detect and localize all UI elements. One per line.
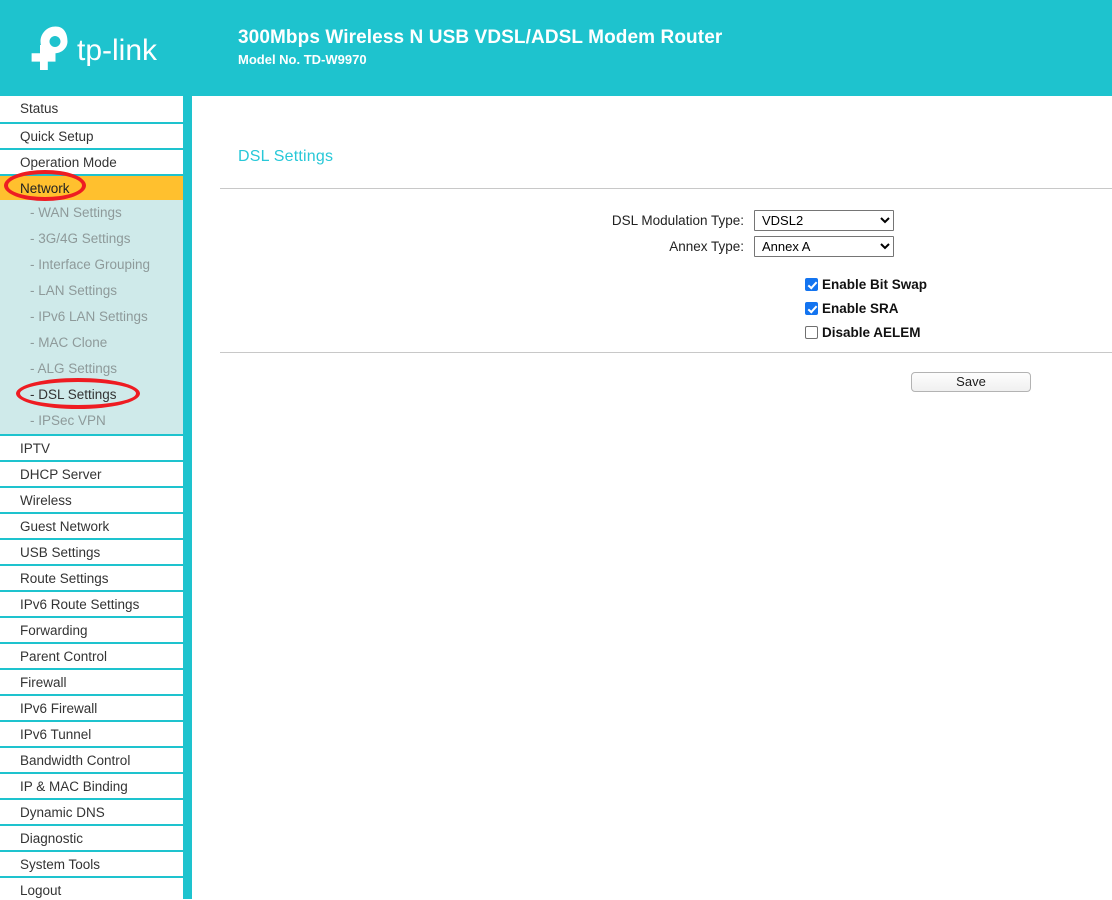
dsl-modulation-type-label: DSL Modulation Type: bbox=[611, 213, 744, 228]
page-title: DSL Settings bbox=[238, 148, 334, 165]
sidebar-item-label: System Tools bbox=[20, 857, 101, 872]
page-header: tp-link 300Mbps Wireless N USB VDSL/ADSL… bbox=[0, 0, 1112, 96]
sidebar-item-dsl-settings[interactable]: - DSL Settings bbox=[0, 382, 183, 408]
save-button-wrap: Save bbox=[911, 372, 1031, 392]
sidebar-item-label: Bandwidth Control bbox=[20, 753, 131, 768]
sidebar-subitem-label: - IPSec VPN bbox=[30, 413, 106, 428]
sidebar-item-ipv6-lan-settings[interactable]: - IPv6 LAN Settings bbox=[0, 304, 183, 330]
sidebar-item-label: Forwarding bbox=[20, 623, 88, 638]
sidebar-item-wan-settings[interactable]: - WAN Settings bbox=[0, 200, 183, 226]
sidebar-item-label: Wireless bbox=[20, 493, 72, 508]
sidebar-item-bandwidth-control[interactable]: Bandwidth Control bbox=[0, 746, 183, 772]
save-button[interactable]: Save bbox=[911, 372, 1031, 392]
sidebar-item-label: Dynamic DNS bbox=[20, 805, 105, 820]
sidebar-item-ipsec-vpn[interactable]: - IPSec VPN bbox=[0, 408, 183, 434]
product-model: Model No. TD-W9970 bbox=[238, 52, 367, 67]
sidebar-item-mac-clone[interactable]: - MAC Clone bbox=[0, 330, 183, 356]
sidebar-item-guest-network[interactable]: Guest Network bbox=[0, 512, 183, 538]
sidebar-subitem-label: - WAN Settings bbox=[30, 205, 122, 220]
sidebar-subitem-label: - ALG Settings bbox=[30, 361, 118, 376]
sidebar-item-label: IPv6 Route Settings bbox=[20, 597, 140, 612]
dsl-modulation-type-select[interactable]: VDSL2ADSL2+ADSL2ADSLG.DMTT1.413Auto Sync… bbox=[754, 210, 894, 231]
sidebar-item-label: Route Settings bbox=[20, 571, 109, 586]
dsl-settings-form: DSL Modulation Type: VDSL2ADSL2+ADSL2ADS… bbox=[192, 208, 1112, 260]
annex-type-label: Annex Type: bbox=[669, 239, 744, 254]
product-title: 300Mbps Wireless N USB VDSL/ADSL Modem R… bbox=[238, 27, 723, 48]
checkbox-row-bit-swap: Enable Bit Swap bbox=[805, 272, 927, 296]
disable-aelem-label: Disable AELEM bbox=[822, 324, 921, 340]
sidebar-item-dhcp-server[interactable]: DHCP Server bbox=[0, 460, 183, 486]
sidebar-item-interface-grouping[interactable]: - Interface Grouping bbox=[0, 252, 183, 278]
sidebar-item-ipv6-tunnel[interactable]: IPv6 Tunnel bbox=[0, 720, 183, 746]
sidebar-nav: Status Quick Setup Operation Mode Networ… bbox=[0, 96, 183, 900]
router-admin-page: tp-link 300Mbps Wireless N USB VDSL/ADSL… bbox=[0, 0, 1112, 900]
sidebar-divider-strip bbox=[183, 96, 192, 899]
sidebar-item-label: USB Settings bbox=[20, 545, 101, 560]
sidebar-item-system-tools[interactable]: System Tools bbox=[0, 850, 183, 876]
sidebar-item-iptv[interactable]: IPTV bbox=[0, 434, 183, 460]
sidebar-item-label: Logout bbox=[20, 883, 62, 898]
form-row-annex-type: Annex Type: Annex AAnnex BAnnex MAnnex L bbox=[192, 234, 1112, 259]
sidebar-item-label: Parent Control bbox=[20, 649, 108, 664]
sidebar-item-label: Quick Setup bbox=[20, 129, 94, 144]
disable-aelem-checkbox[interactable] bbox=[805, 325, 818, 339]
brand-logo: tp-link bbox=[0, 0, 200, 96]
sidebar-item-lan-settings[interactable]: - LAN Settings bbox=[0, 278, 183, 304]
sidebar-item-label: IPv6 Tunnel bbox=[20, 727, 92, 742]
sidebar-item-label: DHCP Server bbox=[20, 467, 102, 482]
sidebar-subitem-label: - IPv6 LAN Settings bbox=[30, 309, 148, 324]
sidebar-item-quick-setup[interactable]: Quick Setup bbox=[0, 122, 183, 148]
sidebar-subitem-label: - Interface Grouping bbox=[30, 257, 151, 272]
product-title-block: 300Mbps Wireless N USB VDSL/ADSL Modem R… bbox=[238, 27, 722, 69]
enable-bit-swap-checkbox[interactable] bbox=[805, 277, 818, 291]
sidebar-item-label: Diagnostic bbox=[20, 831, 84, 846]
sidebar-item-label: IPTV bbox=[20, 441, 51, 456]
sidebar-item-ipv6-firewall[interactable]: IPv6 Firewall bbox=[0, 694, 183, 720]
sidebar-submenu-network: - WAN Settings - 3G/4G Settings - Interf… bbox=[0, 200, 183, 434]
sidebar-item-usb-settings[interactable]: USB Settings bbox=[0, 538, 183, 564]
sidebar-item-dynamic-dns[interactable]: Dynamic DNS bbox=[0, 798, 183, 824]
sidebar-item-firewall[interactable]: Firewall bbox=[0, 668, 183, 694]
sidebar-item-label: Firewall bbox=[20, 675, 67, 690]
sidebar-item-label: Operation Mode bbox=[20, 155, 117, 170]
form-row-modulation-type: DSL Modulation Type: VDSL2ADSL2+ADSL2ADS… bbox=[192, 208, 1112, 233]
checkbox-row-aelem: Disable AELEM bbox=[805, 320, 927, 344]
sidebar-item-ipv6-route-settings[interactable]: IPv6 Route Settings bbox=[0, 590, 183, 616]
content-divider-bottom bbox=[220, 352, 1112, 353]
dsl-options-checkbox-group: Enable Bit Swap Enable SRA Disable AELEM bbox=[805, 272, 927, 344]
enable-bit-swap-label: Enable Bit Swap bbox=[822, 276, 928, 292]
svg-text:tp-link: tp-link bbox=[77, 34, 158, 67]
sidebar-subitem-label: - LAN Settings bbox=[30, 283, 118, 298]
sidebar-item-label: Status bbox=[20, 101, 59, 116]
annex-type-select[interactable]: Annex AAnnex BAnnex MAnnex L bbox=[754, 236, 894, 257]
sidebar-item-status[interactable]: Status bbox=[0, 96, 183, 122]
checkbox-row-sra: Enable SRA bbox=[805, 296, 927, 320]
sidebar-item-alg-settings[interactable]: - ALG Settings bbox=[0, 356, 183, 382]
sidebar-item-logout[interactable]: Logout bbox=[0, 876, 183, 900]
sidebar-subitem-label: - MAC Clone bbox=[30, 335, 108, 350]
enable-sra-label: Enable SRA bbox=[822, 300, 899, 316]
sidebar-subitem-label: - 3G/4G Settings bbox=[30, 231, 131, 246]
sidebar-item-ip-mac-binding[interactable]: IP & MAC Binding bbox=[0, 772, 183, 798]
sidebar-item-label: Network bbox=[20, 181, 70, 196]
sidebar-item-parent-control[interactable]: Parent Control bbox=[0, 642, 183, 668]
sidebar-subitem-label: - DSL Settings bbox=[30, 387, 117, 402]
sidebar-item-label: IP & MAC Binding bbox=[20, 779, 128, 794]
sidebar-item-forwarding[interactable]: Forwarding bbox=[0, 616, 183, 642]
sidebar-item-operation-mode[interactable]: Operation Mode bbox=[0, 148, 183, 174]
content-divider-top bbox=[220, 188, 1112, 189]
enable-sra-checkbox[interactable] bbox=[805, 301, 818, 315]
sidebar-item-route-settings[interactable]: Route Settings bbox=[0, 564, 183, 590]
sidebar-item-3g4g-settings[interactable]: - 3G/4G Settings bbox=[0, 226, 183, 252]
sidebar-item-network[interactable]: Network bbox=[0, 174, 183, 200]
sidebar-item-label: Guest Network bbox=[20, 519, 110, 534]
sidebar-item-diagnostic[interactable]: Diagnostic bbox=[0, 824, 183, 850]
main-content: DSL Settings DSL Modulation Type: VDSL2 A… bbox=[192, 96, 1112, 900]
sidebar-item-label: IPv6 Firewall bbox=[20, 701, 98, 716]
tp-link-logo-icon: tp-link bbox=[22, 20, 170, 76]
sidebar-item-wireless[interactable]: Wireless bbox=[0, 486, 183, 512]
